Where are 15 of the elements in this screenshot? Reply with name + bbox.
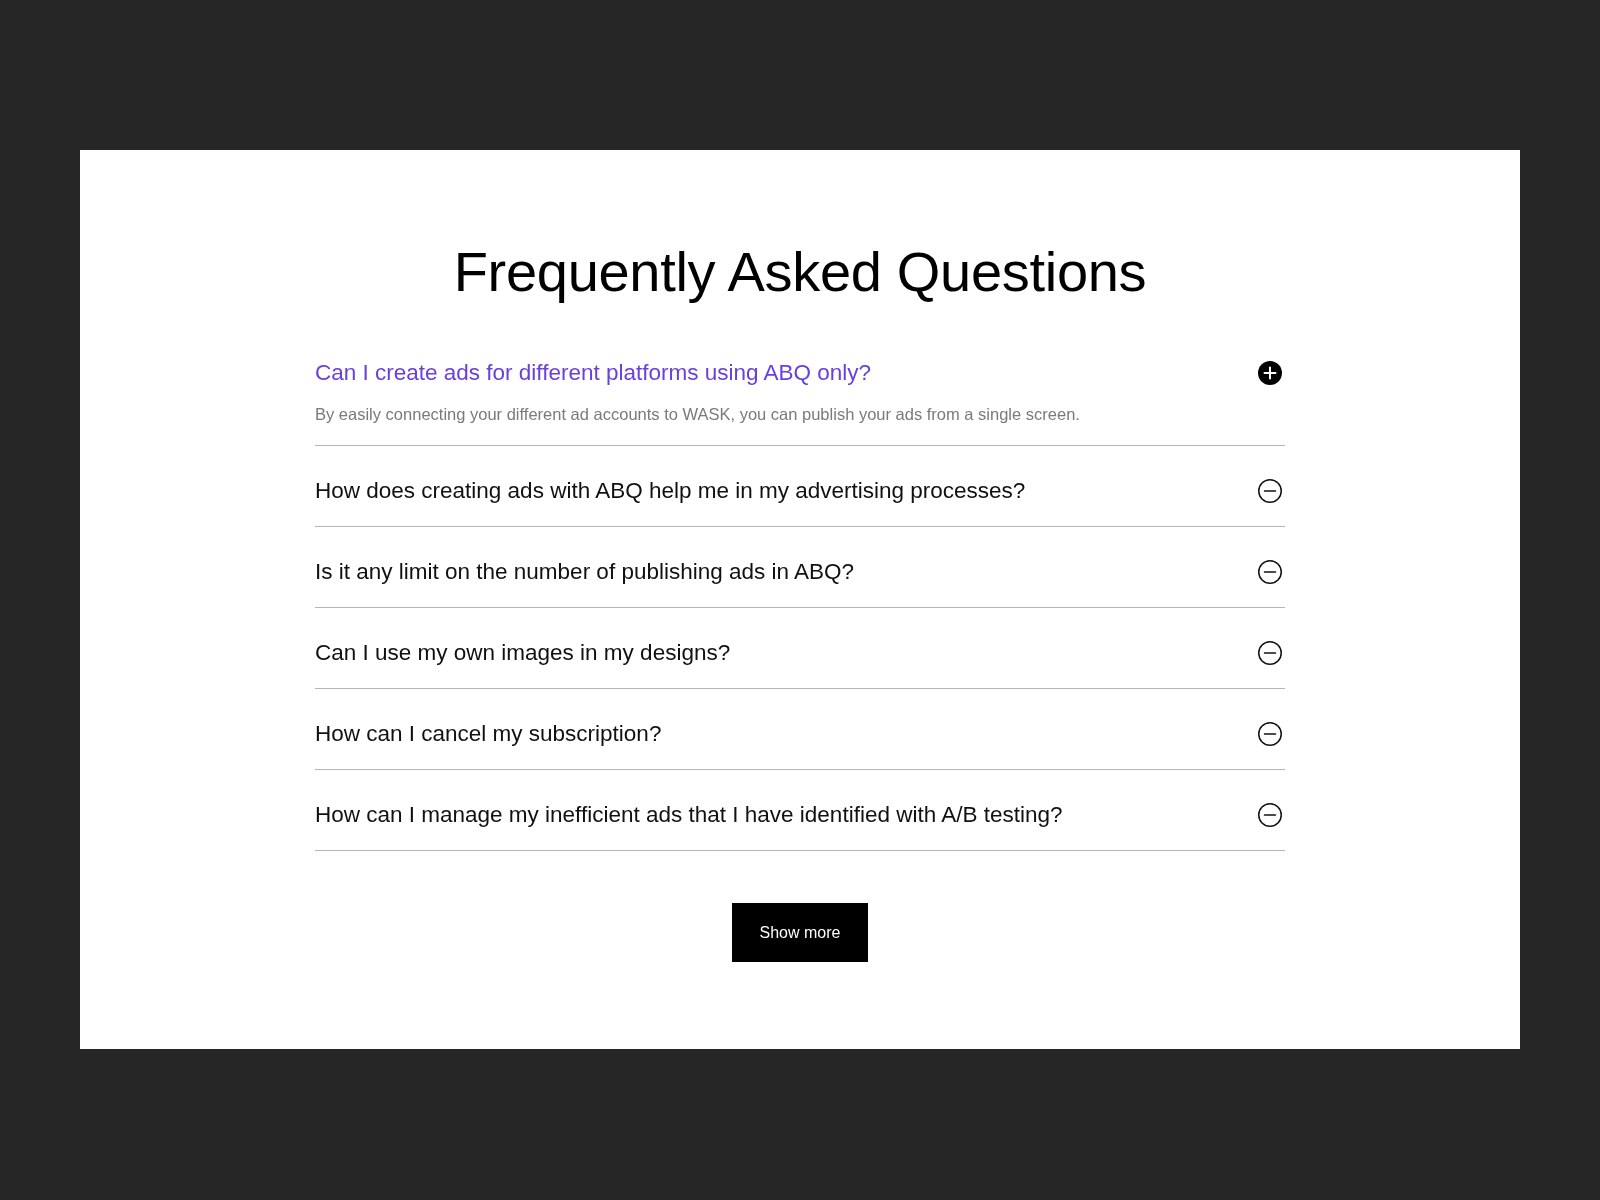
faq-question[interactable]: Can I use my own images in my designs? xyxy=(315,638,731,668)
faq-question[interactable]: Is it any limit on the number of publishing ads in ABQ? xyxy=(315,557,855,587)
faq-question[interactable]: Can I create ads for different platforms using ABQ only? xyxy=(315,358,872,388)
plus-circle-icon[interactable] xyxy=(1258,361,1282,385)
faq-question[interactable]: How does creating ads with ABQ help me in my advertising processes? xyxy=(315,476,1026,506)
minus-circle-icon[interactable] xyxy=(1258,641,1282,665)
faq-question[interactable]: How can I manage my inefficient ads that I have identified with A/B testing? xyxy=(315,800,1063,830)
show-more-button[interactable]: Show more xyxy=(731,903,869,962)
minus-circle-icon[interactable] xyxy=(1258,479,1282,503)
faq-question[interactable]: How can I cancel my subscription? xyxy=(315,719,662,749)
minus-circle-icon[interactable] xyxy=(1258,722,1282,746)
page-title: Frequently Asked Questions xyxy=(452,240,1148,304)
minus-circle-icon[interactable] xyxy=(1258,560,1282,584)
minus-circle-icon[interactable] xyxy=(1258,803,1282,827)
faq-answer: By easily connecting your different ad accounts to WASK, you can publish your ads from a single screen. xyxy=(315,404,1081,425)
